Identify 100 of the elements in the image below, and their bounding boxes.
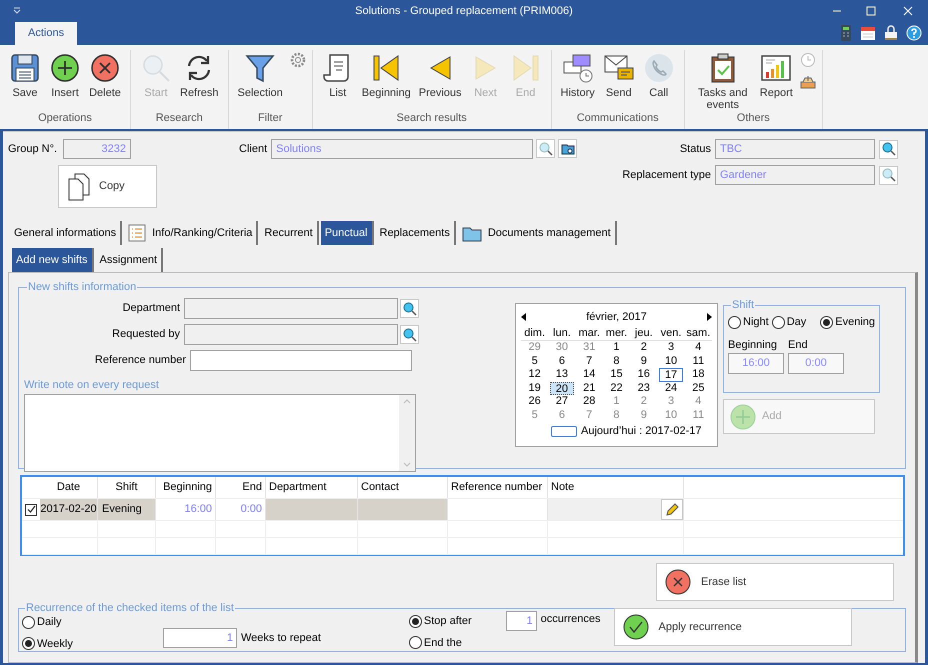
ribbon-button[interactable]: Selection [234, 50, 286, 99]
edit-button[interactable] [661, 499, 683, 520]
calendar-day[interactable]: 24 [659, 382, 683, 395]
radio-icon[interactable] [728, 316, 741, 329]
ribbon-button[interactable]: Call [640, 50, 678, 99]
calendar-day[interactable]: 10 [659, 408, 683, 422]
calendar-day[interactable]: 12 [523, 368, 546, 382]
ribbon-button[interactable]: Save [6, 50, 44, 99]
radio-option[interactable]: Evening [820, 314, 876, 330]
calendar-day[interactable]: 11 [686, 354, 710, 368]
clock-icon [800, 52, 816, 68]
radio-option[interactable]: End the [408, 634, 472, 651]
calendar-day[interactable]: 6 [550, 408, 574, 422]
radio-icon[interactable] [820, 316, 834, 329]
radio-option[interactable]: Weekly [22, 636, 82, 652]
calendar-day[interactable]: 15 [604, 368, 628, 382]
calendar-day[interactable]: 9 [632, 354, 656, 368]
ribbon-button[interactable]: Delete [86, 50, 124, 99]
calendar-day[interactable]: 23 [632, 382, 656, 395]
ribbon-button[interactable]: Beginning [358, 50, 414, 99]
column-header[interactable]: End [216, 477, 266, 498]
calendar-day[interactable]: 11 [686, 408, 710, 422]
ribbon-button[interactable]: Refresh [177, 50, 222, 99]
calendar-day[interactable]: 2 [632, 395, 656, 408]
column-header[interactable]: Note [548, 477, 684, 498]
ribbon-button[interactable]: History [558, 50, 598, 99]
calendar-day[interactable]: 30 [550, 341, 574, 354]
scrollbar[interactable] [399, 394, 415, 470]
calendar-day[interactable]: 28 [578, 395, 601, 408]
calendar-day[interactable]: 3 [659, 395, 683, 408]
calendar-day[interactable]: 8 [604, 354, 628, 368]
calendar-day[interactable]: 10 [659, 354, 683, 368]
search-button[interactable] [400, 325, 419, 344]
today-link[interactable]: Aujourd’hui : 2017-02-17 [581, 423, 702, 440]
tab[interactable]: Punctual [320, 221, 374, 245]
erase-list-button[interactable]: Erase list [656, 563, 894, 601]
radio-icon[interactable] [408, 614, 422, 628]
calendar-day[interactable]: 13 [550, 368, 574, 382]
calendar-day[interactable]: 22 [604, 382, 628, 395]
radio-option[interactable]: Stop after [408, 613, 472, 630]
ribbon-button[interactable]: List [318, 50, 357, 99]
radio-option[interactable]: Daily [22, 614, 82, 630]
radio-icon[interactable] [408, 636, 422, 650]
calendar-day[interactable]: 18 [686, 368, 710, 382]
calendar-day[interactable]: 9 [632, 408, 656, 422]
input-field[interactable] [190, 350, 412, 371]
calendar-day[interactable]: 1 [604, 341, 628, 354]
tab[interactable]: Add new shifts [12, 248, 94, 272]
calendar-day[interactable]: 16 [632, 368, 656, 382]
column-header[interactable]: Contact [358, 477, 448, 498]
copy-button[interactable]: Copy [58, 165, 157, 208]
ribbon-button[interactable]: Report [756, 50, 796, 99]
radio-icon[interactable] [22, 637, 35, 650]
radio-icon[interactable] [772, 316, 785, 329]
radio-option[interactable]: Night [728, 314, 769, 330]
ribbon-button[interactable]: Tasks and events [690, 50, 755, 111]
ribbon-tab[interactable]: Actions [15, 22, 78, 45]
calendar-day[interactable]: 31 [578, 341, 601, 354]
ribbon-button[interactable]: Send [600, 50, 638, 99]
calendar-day[interactable]: 7 [578, 408, 601, 422]
calendar-day[interactable]: 4 [686, 341, 710, 354]
column-header[interactable]: Department [266, 477, 358, 498]
column-header[interactable]: Beginning [156, 477, 216, 498]
calendar-day[interactable]: 17 [659, 368, 683, 382]
calendar-day[interactable]: 6 [550, 354, 574, 368]
calendar-day[interactable]: 19 [523, 382, 546, 395]
calendar-day[interactable]: 5 [523, 354, 546, 368]
calendar-day[interactable]: 4 [686, 395, 710, 408]
calendar-day[interactable]: 20 [550, 382, 574, 395]
group-box-title: Shift [731, 299, 756, 311]
note-text-area[interactable] [24, 394, 416, 472]
search-button[interactable] [400, 299, 419, 318]
column-header[interactable]: Date [40, 477, 98, 498]
calendar-day[interactable]: 3 [659, 341, 683, 354]
calendar-day[interactable]: 25 [686, 382, 710, 395]
radio-option[interactable]: Day [772, 314, 806, 330]
column-header[interactable]: Shift [98, 477, 156, 498]
calendar-day[interactable]: 27 [550, 395, 574, 408]
calendar-day[interactable]: 29 [523, 341, 546, 354]
ribbon-button[interactable]: Insert [46, 50, 84, 99]
radio-icon[interactable] [22, 616, 35, 629]
calendar-day[interactable]: 8 [604, 408, 628, 422]
search-button[interactable] [879, 140, 898, 158]
calendar-day[interactable]: 7 [578, 354, 601, 368]
apply-recurrence-button[interactable]: Apply recurrence [614, 608, 852, 646]
browse-button[interactable] [558, 139, 578, 158]
ribbon-button[interactable]: Previous [416, 50, 465, 99]
search-button[interactable] [879, 166, 898, 184]
calendar-day[interactable]: 2 [632, 341, 656, 354]
calendar-day[interactable]: 1 [604, 395, 628, 408]
calendar[interactable]: février, 2017 dim. lun. mar. mer. jeu. ven. sam. 29 30 31 1 2 3 4 5 6 7 8 9 10 11 12 13 14 15 16 17 18 19 20 21 22 23 24 25 26 27 28 1 2 3 4 5 6 7 8 9 10 11 Aujourd’hui : 2017-02-17 [515, 303, 718, 447]
calendar-day[interactable]: 26 [523, 395, 546, 408]
calendar-day[interactable]: 21 [578, 382, 601, 395]
calendar-day[interactable]: 14 [578, 368, 601, 382]
checkbox[interactable] [25, 504, 37, 516]
input-field[interactable] [184, 324, 398, 345]
calendar-day[interactable]: 5 [523, 408, 546, 422]
input-field[interactable] [184, 298, 398, 319]
column-header[interactable]: Reference number [448, 477, 548, 498]
field-label: Group N°. [8, 142, 58, 157]
